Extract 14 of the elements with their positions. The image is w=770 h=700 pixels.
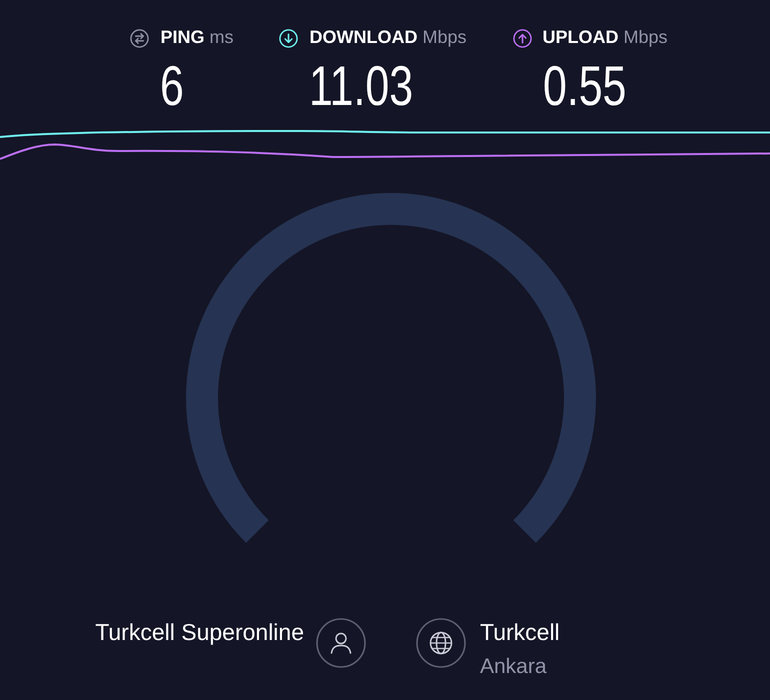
server-name: Turkcell <box>480 618 561 646</box>
person-icon <box>316 618 366 668</box>
metric-label: DOWNLOAD <box>309 27 418 47</box>
metric-unit: ms <box>209 27 234 47</box>
metric-unit: Mbps <box>422 27 466 47</box>
metric-value: 6 <box>160 58 184 114</box>
metric-value: 11.03 <box>309 58 414 114</box>
globe-icon <box>416 618 466 668</box>
metric-unit: Mbps <box>624 27 668 47</box>
metric-label: UPLOAD <box>542 27 618 47</box>
metric-value: 0.55 <box>542 58 626 114</box>
server-location: Ankara <box>480 654 548 680</box>
metric-label: PING <box>160 27 204 47</box>
provider-name: Turkcell Superonline <box>94 618 304 646</box>
